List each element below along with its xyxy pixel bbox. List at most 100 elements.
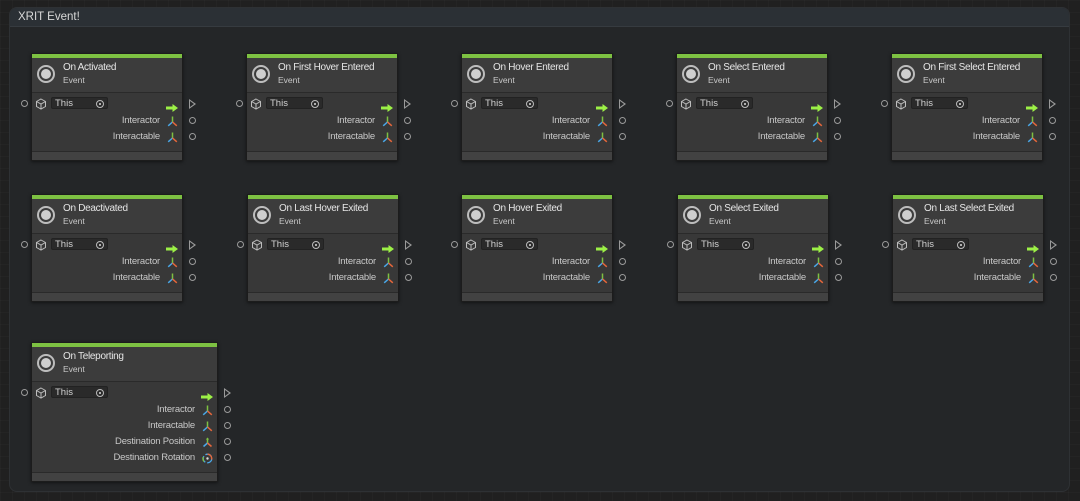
output-port-interactor[interactable] xyxy=(404,117,411,124)
control-output-port[interactable] xyxy=(405,240,412,250)
target-input-port[interactable] xyxy=(667,241,674,248)
control-output-port[interactable] xyxy=(619,99,626,109)
output-port-interactor[interactable] xyxy=(835,258,842,265)
target-input-port[interactable] xyxy=(237,241,244,248)
target-field[interactable]: This xyxy=(51,238,108,250)
target-field[interactable]: This xyxy=(697,238,754,250)
event-node-on-first-select-entered[interactable]: On First Select Entered Event This Inter… xyxy=(881,53,1056,161)
control-output-port[interactable] xyxy=(835,240,842,250)
node-header[interactable]: On Teleporting Event xyxy=(32,347,217,382)
output-port-interactor[interactable] xyxy=(1050,258,1057,265)
node-header[interactable]: On Hover Entered Event xyxy=(462,58,612,93)
target-input-port[interactable] xyxy=(21,241,28,248)
target-field[interactable]: This xyxy=(267,238,324,250)
object-picker-icon[interactable] xyxy=(956,100,964,108)
target-field[interactable]: This xyxy=(51,386,108,398)
game-object-cube-icon xyxy=(680,97,692,110)
object-picker-icon[interactable] xyxy=(742,241,750,249)
control-output-port[interactable] xyxy=(619,240,626,250)
node-footer xyxy=(32,151,182,160)
output-port-destination-position[interactable] xyxy=(224,438,231,445)
event-node-on-first-hover-entered[interactable]: On First Hover Entered Event This Intera… xyxy=(236,53,411,161)
output-label: Interactable xyxy=(112,272,160,283)
node-header[interactable]: On Last Select Exited Event xyxy=(893,199,1043,234)
output-port-interactable[interactable] xyxy=(404,133,411,140)
node-header[interactable]: On First Select Entered Event xyxy=(892,58,1042,93)
output-port-interactable[interactable] xyxy=(189,133,196,140)
object-picker-icon[interactable] xyxy=(96,389,104,397)
object-picker-icon[interactable] xyxy=(96,100,104,108)
object-picker-icon[interactable] xyxy=(957,241,965,249)
output-port-interactor[interactable] xyxy=(619,117,626,124)
object-picker-icon[interactable] xyxy=(96,241,104,249)
output-port-interactable[interactable] xyxy=(1050,274,1057,281)
node-header[interactable]: On Deactivated Event xyxy=(32,199,182,234)
output-port-interactable[interactable] xyxy=(834,133,841,140)
output-port-interactor[interactable] xyxy=(224,406,231,413)
object-picker-icon[interactable] xyxy=(526,100,534,108)
node-subtitle: Event xyxy=(279,216,301,226)
target-field[interactable]: This xyxy=(481,238,538,250)
target-input-port[interactable] xyxy=(236,100,243,107)
output-port-interactable[interactable] xyxy=(835,274,842,281)
target-input-port[interactable] xyxy=(21,100,28,107)
event-node-on-last-hover-exited[interactable]: On Last Hover Exited Event This Interact… xyxy=(237,194,412,302)
event-node-on-last-select-exited[interactable]: On Last Select Exited Event This Interac… xyxy=(882,194,1057,302)
output-port-interactor[interactable] xyxy=(1049,117,1056,124)
node-header[interactable]: On Last Hover Exited Event xyxy=(248,199,398,234)
control-output-port[interactable] xyxy=(1050,240,1057,250)
target-field[interactable]: This xyxy=(696,97,753,109)
node-header[interactable]: On Select Entered Event xyxy=(677,58,827,93)
event-node-on-hover-entered[interactable]: On Hover Entered Event This Interactor I… xyxy=(451,53,626,161)
target-row: This xyxy=(21,386,231,402)
object-picker-icon[interactable] xyxy=(312,241,320,249)
object-picker-icon[interactable] xyxy=(311,100,319,108)
control-output-port[interactable] xyxy=(189,99,196,109)
output-port-interactor[interactable] xyxy=(189,258,196,265)
control-output-port[interactable] xyxy=(189,240,196,250)
target-field[interactable]: This xyxy=(266,97,323,109)
target-field[interactable]: This xyxy=(51,97,108,109)
node-header[interactable]: On Select Exited Event xyxy=(678,199,828,234)
output-port-interactable[interactable] xyxy=(189,274,196,281)
output-port-interactor[interactable] xyxy=(619,258,626,265)
event-node-on-hover-exited[interactable]: On Hover Exited Event This Interactor In… xyxy=(451,194,626,302)
target-field[interactable]: This xyxy=(911,97,968,109)
output-port-interactable[interactable] xyxy=(1049,133,1056,140)
node-header[interactable]: On Activated Event xyxy=(32,58,182,93)
output-port-interactable[interactable] xyxy=(405,274,412,281)
output-port-interactable[interactable] xyxy=(619,133,626,140)
event-node-on-select-entered[interactable]: On Select Entered Event This Interactor xyxy=(666,53,841,161)
output-port-interactable[interactable] xyxy=(224,422,231,429)
event-node-on-activated[interactable]: On Activated Event This Interactor Inter… xyxy=(21,53,196,161)
output-port-interactor[interactable] xyxy=(405,258,412,265)
target-input-port[interactable] xyxy=(451,100,458,107)
target-input-port[interactable] xyxy=(881,100,888,107)
output-port-interactable[interactable] xyxy=(619,274,626,281)
control-output-port[interactable] xyxy=(404,99,411,109)
object-picker-icon[interactable] xyxy=(526,241,534,249)
target-value: This xyxy=(485,98,503,109)
object-picker-icon[interactable] xyxy=(741,100,749,108)
output-label: Interactor xyxy=(156,404,195,415)
control-output-port[interactable] xyxy=(1049,99,1056,109)
target-field[interactable]: This xyxy=(912,238,969,250)
output-port-interactor[interactable] xyxy=(834,117,841,124)
event-node-on-deactivated[interactable]: On Deactivated Event This Interactor Int… xyxy=(21,194,196,302)
output-port-interactor[interactable] xyxy=(189,117,196,124)
target-input-port[interactable] xyxy=(451,241,458,248)
node-header[interactable]: On First Hover Entered Event xyxy=(247,58,397,93)
target-input-port[interactable] xyxy=(882,241,889,248)
event-node-on-select-exited[interactable]: On Select Exited Event This Interactor I… xyxy=(667,194,842,302)
transform-axis-icon xyxy=(202,419,213,432)
control-output-port[interactable] xyxy=(834,99,841,109)
control-flow-arrow-icon xyxy=(166,99,178,112)
event-node-on-teleporting[interactable]: On Teleporting Event This Interactor Int… xyxy=(21,342,231,482)
group-title[interactable]: XRIT Event! xyxy=(10,8,1069,27)
target-input-port[interactable] xyxy=(21,389,28,396)
control-output-port[interactable] xyxy=(224,388,231,398)
node-header[interactable]: On Hover Exited Event xyxy=(462,199,612,234)
target-input-port[interactable] xyxy=(666,100,673,107)
target-field[interactable]: This xyxy=(481,97,538,109)
output-port-destination-rotation[interactable] xyxy=(224,454,231,461)
